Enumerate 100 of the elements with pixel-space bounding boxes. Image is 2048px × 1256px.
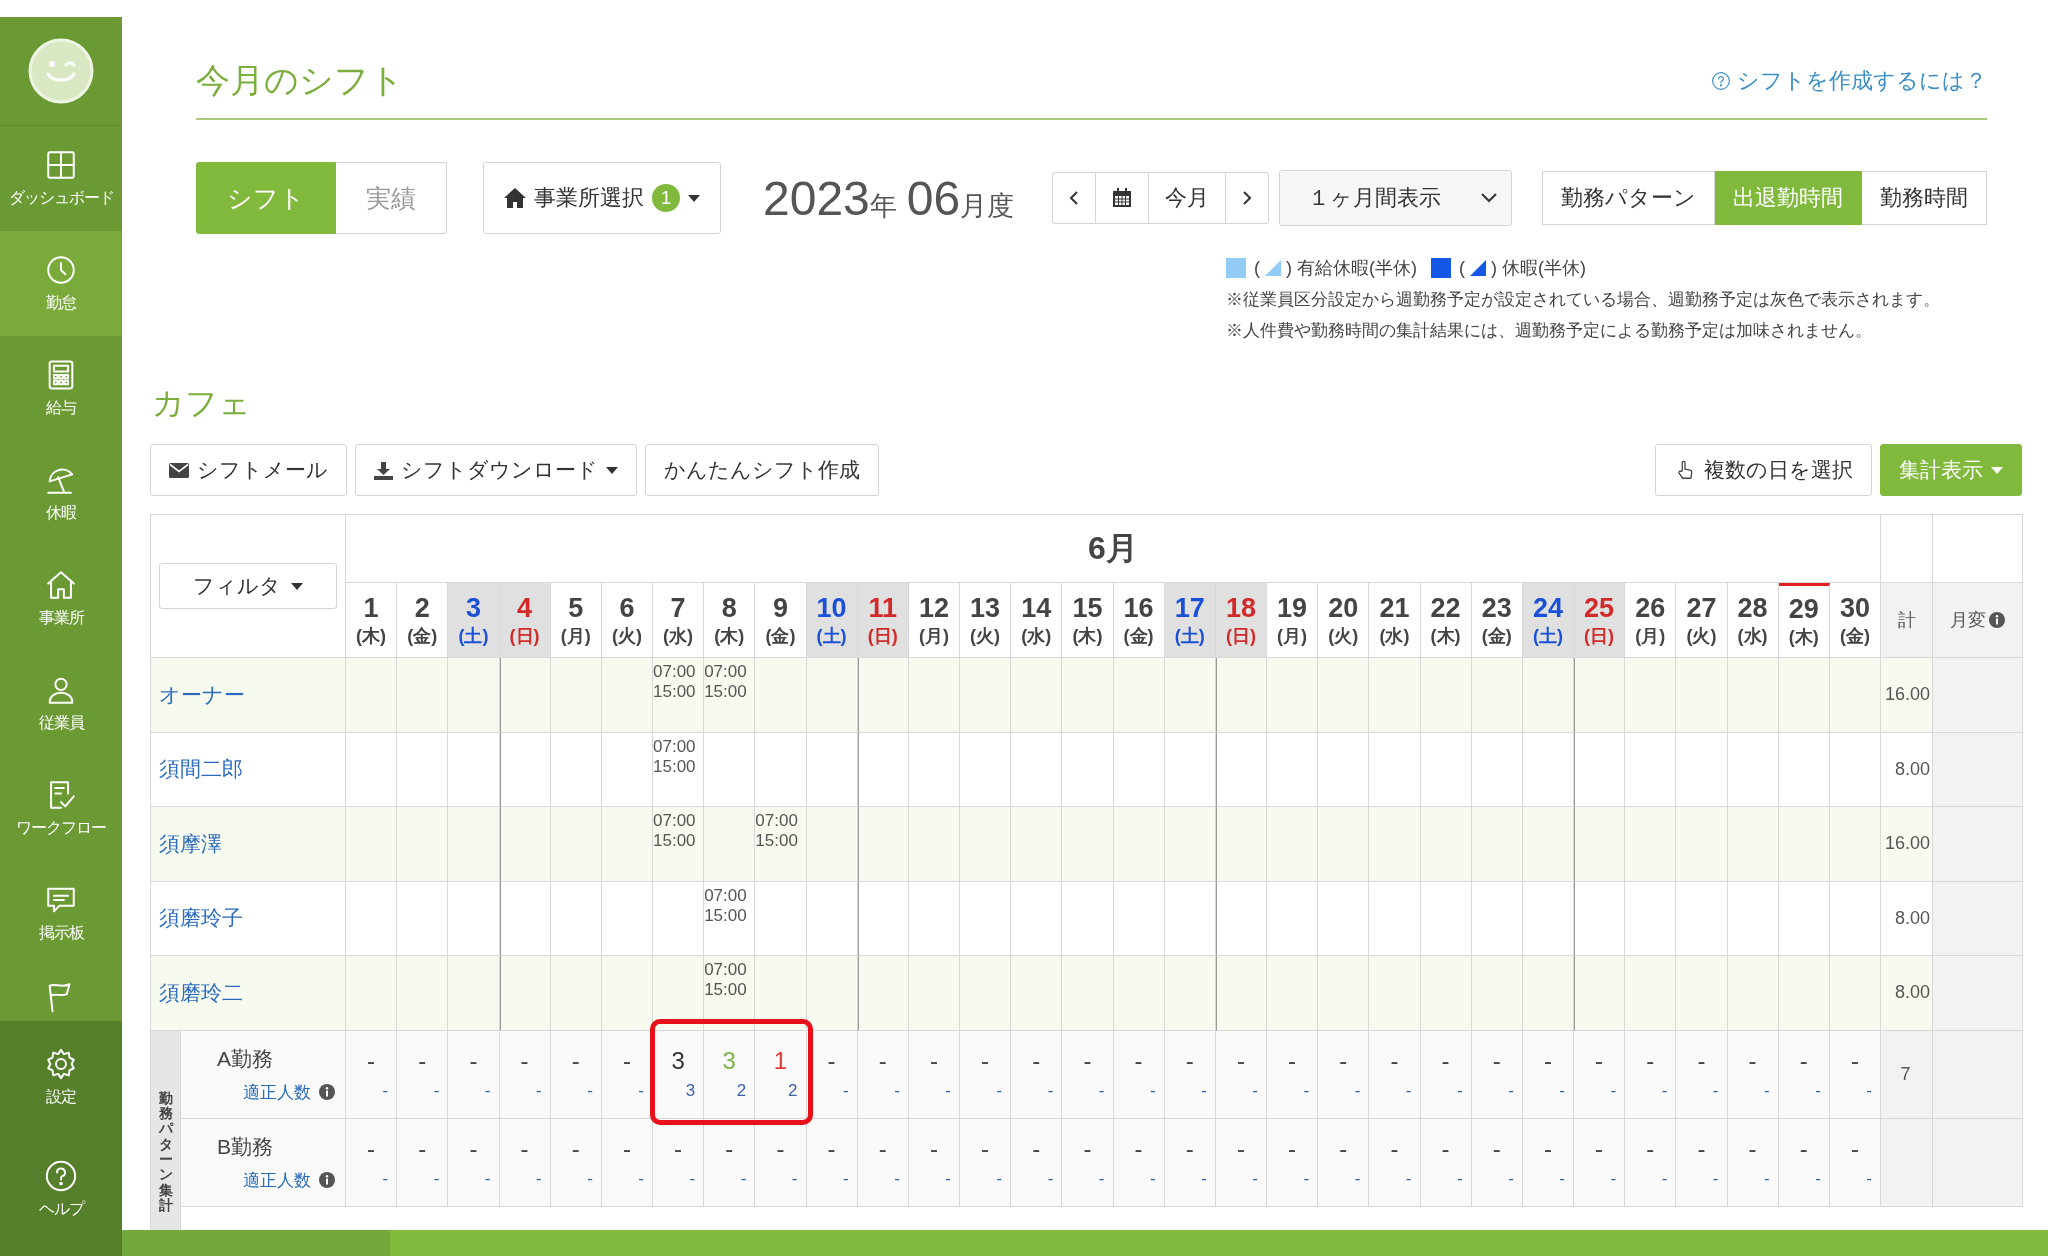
staff-count: - — [1798, 1134, 1809, 1163]
settings-icon — [44, 1046, 78, 1081]
required-count-label: 適正人数 — [243, 1169, 311, 1192]
shift-time-cell: 07:00 15:00 — [704, 658, 756, 733]
staff-count: - — [877, 1134, 888, 1163]
staff-count: - — [1389, 1134, 1400, 1163]
sidebar-item[interactable]: 掲示板 — [0, 861, 122, 966]
staff-count: - — [1542, 1134, 1553, 1163]
sidebar-item[interactable]: 給与 — [0, 336, 122, 441]
day-header: 11 (日) — [857, 583, 909, 658]
employee-name-link[interactable]: 須摩澤 — [159, 829, 222, 858]
column-header: 計 — [1881, 583, 1933, 658]
employee-name-link[interactable]: 須磨玲二 — [159, 978, 243, 1007]
sidebar-item[interactable]: 勤怠 — [0, 231, 122, 336]
staff-count: - — [1747, 1134, 1758, 1163]
required-count: - — [1609, 1080, 1618, 1101]
display-tab[interactable]: 勤務時間 — [1862, 171, 1987, 225]
action-button[interactable]: かんたんシフト作成 — [645, 444, 879, 496]
employee-name-link[interactable]: 須間二郎 — [159, 755, 243, 784]
total-count: 7 — [1881, 1030, 1933, 1119]
required-count: - — [586, 1080, 594, 1101]
help-link[interactable]: シフトを作成するには？ — [1711, 66, 1987, 96]
staff-count: - — [928, 1134, 939, 1163]
required-count: - — [1711, 1168, 1720, 1189]
required-count: - — [1149, 1168, 1157, 1189]
staff-count: 1 — [772, 1046, 789, 1075]
view-tab[interactable]: 実績 — [336, 162, 447, 234]
staff-count: - — [1031, 1134, 1042, 1163]
action-button[interactable]: シフトダウンロード — [355, 444, 637, 496]
sidebar-item[interactable]: 設定 — [0, 1021, 122, 1133]
required-count: - — [1456, 1168, 1464, 1189]
required-count: - — [1302, 1168, 1311, 1189]
staff-count: - — [366, 1046, 377, 1075]
required-count: 2 — [735, 1080, 748, 1101]
required-count: - — [1865, 1080, 1873, 1101]
next-button[interactable] — [1226, 172, 1270, 224]
action-button[interactable]: シフトメール — [150, 444, 347, 496]
sidebar-item[interactable]: 従業員 — [0, 651, 122, 756]
sidebar-item[interactable]: ヘルプ — [0, 1133, 122, 1245]
total-hours: 8.00 — [1881, 956, 1933, 1031]
help-icon — [44, 1158, 78, 1193]
action-button[interactable]: 複数の日を選択 — [1655, 444, 1872, 496]
staff-count: - — [1798, 1046, 1809, 1075]
total-hours: 16.00 — [1881, 807, 1933, 882]
staff-count: - — [621, 1046, 632, 1075]
required-count: - — [637, 1080, 645, 1101]
required-count: - — [688, 1168, 697, 1189]
staff-count: - — [1696, 1134, 1707, 1163]
sidebar-item[interactable]: ワークフロー — [0, 756, 122, 861]
required-count: 2 — [787, 1080, 799, 1101]
staff-count: - — [570, 1046, 581, 1075]
clock-icon — [44, 253, 78, 287]
sidebar-item[interactable]: 事業所 — [0, 546, 122, 651]
staff-count: - — [1849, 1134, 1860, 1163]
display-tab[interactable]: 勤務パターン — [1542, 171, 1715, 225]
staff-count: - — [1696, 1046, 1707, 1075]
help-icon — [1711, 71, 1731, 91]
info-icon — [319, 1084, 335, 1100]
sidebar-item[interactable]: ダッシュボード — [0, 126, 122, 231]
employee-name-link[interactable]: オーナー — [159, 680, 245, 709]
staff-count: 3 — [721, 1046, 737, 1075]
staff-count: - — [621, 1134, 632, 1163]
calendar-icon — [1112, 188, 1133, 208]
required-count: - — [893, 1168, 901, 1189]
filter-button[interactable]: フィルタ — [159, 563, 337, 609]
required-count: - — [1200, 1168, 1208, 1189]
required-count: - — [1507, 1168, 1515, 1189]
staff-count: - — [1849, 1046, 1860, 1075]
range-select[interactable]: １ヶ月間表示 — [1279, 170, 1513, 226]
staff-count: - — [980, 1046, 991, 1075]
staff-count: - — [1594, 1134, 1605, 1163]
required-count: - — [1353, 1168, 1362, 1189]
staff-count: - — [417, 1046, 428, 1075]
day-header: 3 (土) — [448, 583, 500, 658]
staff-count: - — [1338, 1046, 1349, 1075]
chevron-left-icon — [1069, 190, 1080, 206]
staff-count: - — [1184, 1134, 1195, 1163]
sidebar-item[interactable]: 休暇 — [0, 441, 122, 546]
note-text: ※従業員区分設定から週勤務予定が設定されている場合、週勤務予定は灰色で表示されます。 — [1226, 289, 1941, 311]
required-count: - — [842, 1080, 850, 1101]
office-select[interactable]: 事業所選択 1 — [483, 162, 721, 234]
today-button[interactable]: 今月 — [1149, 172, 1227, 224]
required-count: - — [1251, 1080, 1259, 1101]
required-count: - — [944, 1168, 952, 1189]
staff-count: - — [468, 1046, 479, 1075]
employee-name-link[interactable]: 須磨玲子 — [159, 904, 243, 933]
day-header: 4 (日) — [499, 583, 551, 658]
required-count: - — [1660, 1168, 1669, 1189]
shift-time-cell: 07:00 15:00 — [704, 956, 756, 1031]
staff-count: - — [1082, 1046, 1093, 1075]
required-count: - — [1353, 1080, 1362, 1101]
staff-count: - — [1747, 1046, 1758, 1075]
required-count: - — [1558, 1168, 1566, 1189]
staff-count: - — [1184, 1046, 1195, 1075]
calendar-button[interactable] — [1096, 172, 1150, 224]
legend-text: ( — [1459, 257, 1465, 279]
house-icon — [44, 568, 78, 602]
legend-text: ) 有給休暇(半休) — [1286, 257, 1417, 280]
staff-count: - — [1287, 1046, 1298, 1075]
total-hours: 16.00 — [1881, 658, 1933, 733]
